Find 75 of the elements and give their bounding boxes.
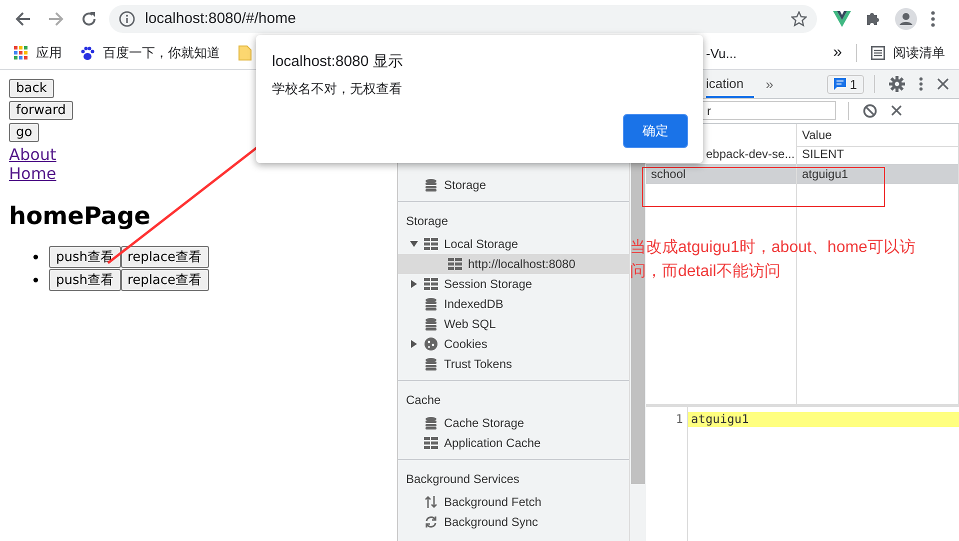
database-icon	[424, 178, 438, 192]
apps-grid-icon[interactable]	[14, 46, 28, 60]
page-heading: homePage	[9, 202, 152, 230]
reading-list-label[interactable]: 阅读清单	[893, 44, 945, 62]
clear-icon[interactable]	[891, 105, 902, 116]
sidebar-item[interactable]: Storage	[398, 175, 629, 195]
view-button[interactable]: replace查看	[120, 269, 209, 291]
reading-list-icon[interactable]	[871, 46, 885, 60]
section-header: Cache	[405, 392, 442, 409]
v-logo-icon[interactable]	[833, 10, 851, 26]
database-icon	[424, 297, 438, 311]
info-icon	[119, 10, 135, 26]
cookie-icon	[424, 337, 438, 351]
message-icon	[834, 78, 846, 90]
sidebar-item[interactable]: Application Cache	[398, 433, 629, 453]
column-header[interactable]: Value	[797, 124, 959, 147]
address-bar[interactable]: localhost:8080/#/home	[109, 4, 817, 32]
database-icon	[424, 317, 438, 331]
sync-icon	[424, 515, 438, 529]
more-tabs-button[interactable]: »	[766, 76, 774, 92]
nav-link[interactable]: About	[9, 145, 56, 164]
list-bullet: •	[31, 248, 42, 266]
nav-button[interactable]: forward	[9, 101, 73, 120]
devtools-tab[interactable]: ication	[706, 70, 754, 98]
line-number: 1	[646, 406, 688, 541]
menu-icon[interactable]	[931, 10, 935, 26]
database-icon	[424, 357, 438, 371]
key-cell[interactable]: school	[646, 164, 797, 184]
view-button[interactable]: push查看	[49, 269, 121, 291]
collapsed-triangle-icon	[411, 340, 417, 348]
paw-icon[interactable]	[80, 46, 95, 60]
sidebar-item[interactable]: Local Storage	[398, 234, 629, 254]
sidebar-item[interactable]: IndexedDB	[398, 294, 629, 314]
grid-icon	[448, 258, 462, 270]
view-button[interactable]: replace查看	[120, 246, 209, 268]
avatar-icon[interactable]	[895, 8, 917, 30]
reload-icon[interactable]	[80, 10, 96, 26]
sidebar-item[interactable]: http://localhost:8080	[398, 254, 629, 274]
up-down-arrows-icon	[424, 495, 438, 509]
database-icon	[424, 416, 438, 430]
settings-icon[interactable]	[889, 76, 905, 92]
bookmark[interactable]: 百度一下，你就知道	[103, 44, 220, 62]
messages-badge[interactable]: 1	[826, 74, 864, 94]
expanded-triangle-icon	[410, 241, 418, 247]
bookmark[interactable]: 应用	[36, 44, 62, 62]
grid-icon	[424, 278, 438, 290]
star-icon[interactable]	[791, 10, 807, 26]
close-icon[interactable]	[937, 78, 949, 90]
nav-button[interactable]: go	[9, 123, 40, 142]
sidebar-item[interactable]: Trust Tokens	[398, 354, 629, 374]
grid-icon	[424, 238, 438, 250]
back-arrow-icon[interactable]	[14, 10, 30, 26]
nav-link[interactable]: Home	[9, 164, 56, 183]
sidebar-item[interactable]: Web SQL	[398, 314, 629, 334]
block-icon[interactable]	[863, 104, 877, 118]
annotation-note: 当改成atguigu1时，about、home可以访问，而detail不能访问	[630, 238, 916, 282]
bookmark[interactable]: -Vu...	[706, 46, 737, 60]
dialog-title: localhost:8080 显示	[272, 52, 404, 71]
sidebar-item[interactable]: Background Sync	[398, 512, 629, 532]
grid-icon	[424, 437, 438, 449]
more-options-icon[interactable]	[919, 77, 923, 91]
section-header: Background Services	[405, 471, 520, 488]
sidebar-item[interactable]: Session Storage	[398, 274, 629, 294]
nav-button[interactable]: back	[9, 79, 54, 98]
dialog-message: 学校名不对，无权查看	[272, 80, 403, 98]
more-bookmarks-button[interactable]: »	[833, 44, 842, 62]
section-header: Storage	[405, 213, 450, 230]
sidebar-item[interactable]: Background Fetch	[398, 492, 629, 512]
ok-button[interactable]: 确定	[623, 114, 688, 148]
value-cell[interactable]: atguigu1	[797, 164, 959, 184]
sidebar-item[interactable]: Cookies	[398, 334, 629, 354]
puzzle-piece-icon[interactable]	[865, 10, 881, 26]
collapsed-triangle-icon	[411, 280, 417, 288]
list-bullet: •	[31, 270, 42, 290]
sidebar-item[interactable]: Cache Storage	[398, 413, 629, 433]
